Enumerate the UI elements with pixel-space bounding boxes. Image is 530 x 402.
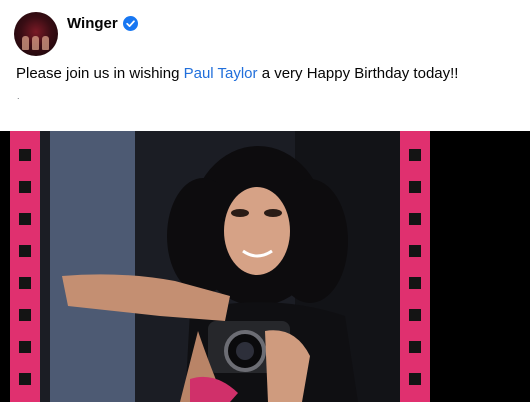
post-text-before: Please join us in wishing (16, 65, 184, 82)
photo-scene (40, 131, 400, 402)
post-text-after: a very Happy Birthday today!! (257, 65, 459, 82)
film-frame (10, 131, 430, 402)
mention-link[interactable]: Paul Taylor (184, 65, 258, 82)
post-photo[interactable] (0, 131, 530, 402)
avatar[interactable] (14, 12, 58, 56)
author-name[interactable]: Winger (67, 15, 118, 32)
post-text: Please join us in wishing Paul Taylor a … (16, 65, 458, 82)
film-strip-left (10, 131, 40, 402)
post-extra-line: . (17, 91, 20, 101)
verified-badge-icon (122, 15, 138, 31)
author-row: Winger (67, 15, 138, 32)
film-strip-right (400, 131, 430, 402)
post-header: Winger (14, 12, 138, 56)
